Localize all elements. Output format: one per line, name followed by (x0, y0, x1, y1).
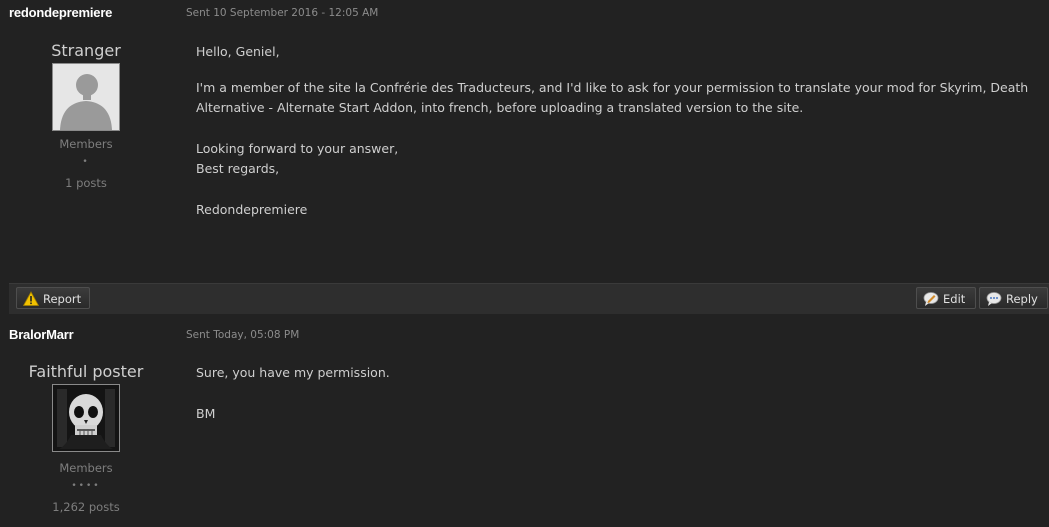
sent-date: Sent 10 September 2016 - 12:05 AM (186, 7, 379, 19)
rank-pips: • (82, 157, 90, 167)
default-avatar-icon (53, 64, 119, 130)
edit-label: Edit (943, 292, 966, 306)
body-paragraph: I'm a member of the site la Confrérie de… (196, 80, 1029, 115)
post-action-bar: Report Edit Reply (9, 283, 1049, 314)
post-count: 1,262 posts (52, 500, 120, 514)
report-label: Report (43, 292, 82, 306)
message-post: redondepremiere Sent 10 September 2016 -… (0, 0, 1049, 316)
body-paragraph: BM (196, 406, 216, 421)
author-name[interactable]: redondepremiere (9, 5, 112, 20)
post-header: BralorMarr Sent Today, 05:08 PM (0, 322, 1049, 348)
body-paragraph: Hello, Geniel, (196, 44, 280, 59)
body-paragraph: Sure, you have my permission. (196, 365, 390, 380)
body-paragraph: Looking forward to your answer, (196, 141, 399, 156)
member-group: Members (59, 137, 113, 151)
body-paragraph: Best regards, (196, 161, 280, 176)
sent-date: Sent Today, 05:08 PM (186, 329, 300, 341)
user-title: Stranger (51, 41, 121, 60)
avatar[interactable] (52, 63, 120, 131)
post-count: 1 posts (65, 176, 107, 190)
body-paragraph: Redondepremiere (196, 202, 308, 217)
reply-button[interactable]: Reply (979, 287, 1048, 309)
skull-avatar-icon (53, 385, 119, 451)
member-group: Members (59, 461, 113, 475)
author-name[interactable]: BralorMarr (9, 327, 74, 342)
user-title: Faithful poster (28, 362, 144, 381)
warning-icon (23, 291, 39, 306)
avatar[interactable] (52, 384, 120, 452)
report-button[interactable]: Report (16, 287, 90, 309)
message-post: BralorMarr Sent Today, 05:08 PM Faithful… (0, 316, 1049, 527)
reply-icon (986, 292, 1002, 306)
rank-pips: •••• (71, 481, 101, 491)
reply-label: Reply (1006, 292, 1038, 306)
edit-button[interactable]: Edit (916, 287, 976, 309)
post-header: redondepremiere Sent 10 September 2016 -… (0, 0, 1049, 26)
post-body: Hello, Geniel, I'm a member of the site … (196, 42, 1041, 220)
post-body: Sure, you have my permission. BM (196, 363, 1041, 424)
edit-icon (923, 292, 939, 306)
